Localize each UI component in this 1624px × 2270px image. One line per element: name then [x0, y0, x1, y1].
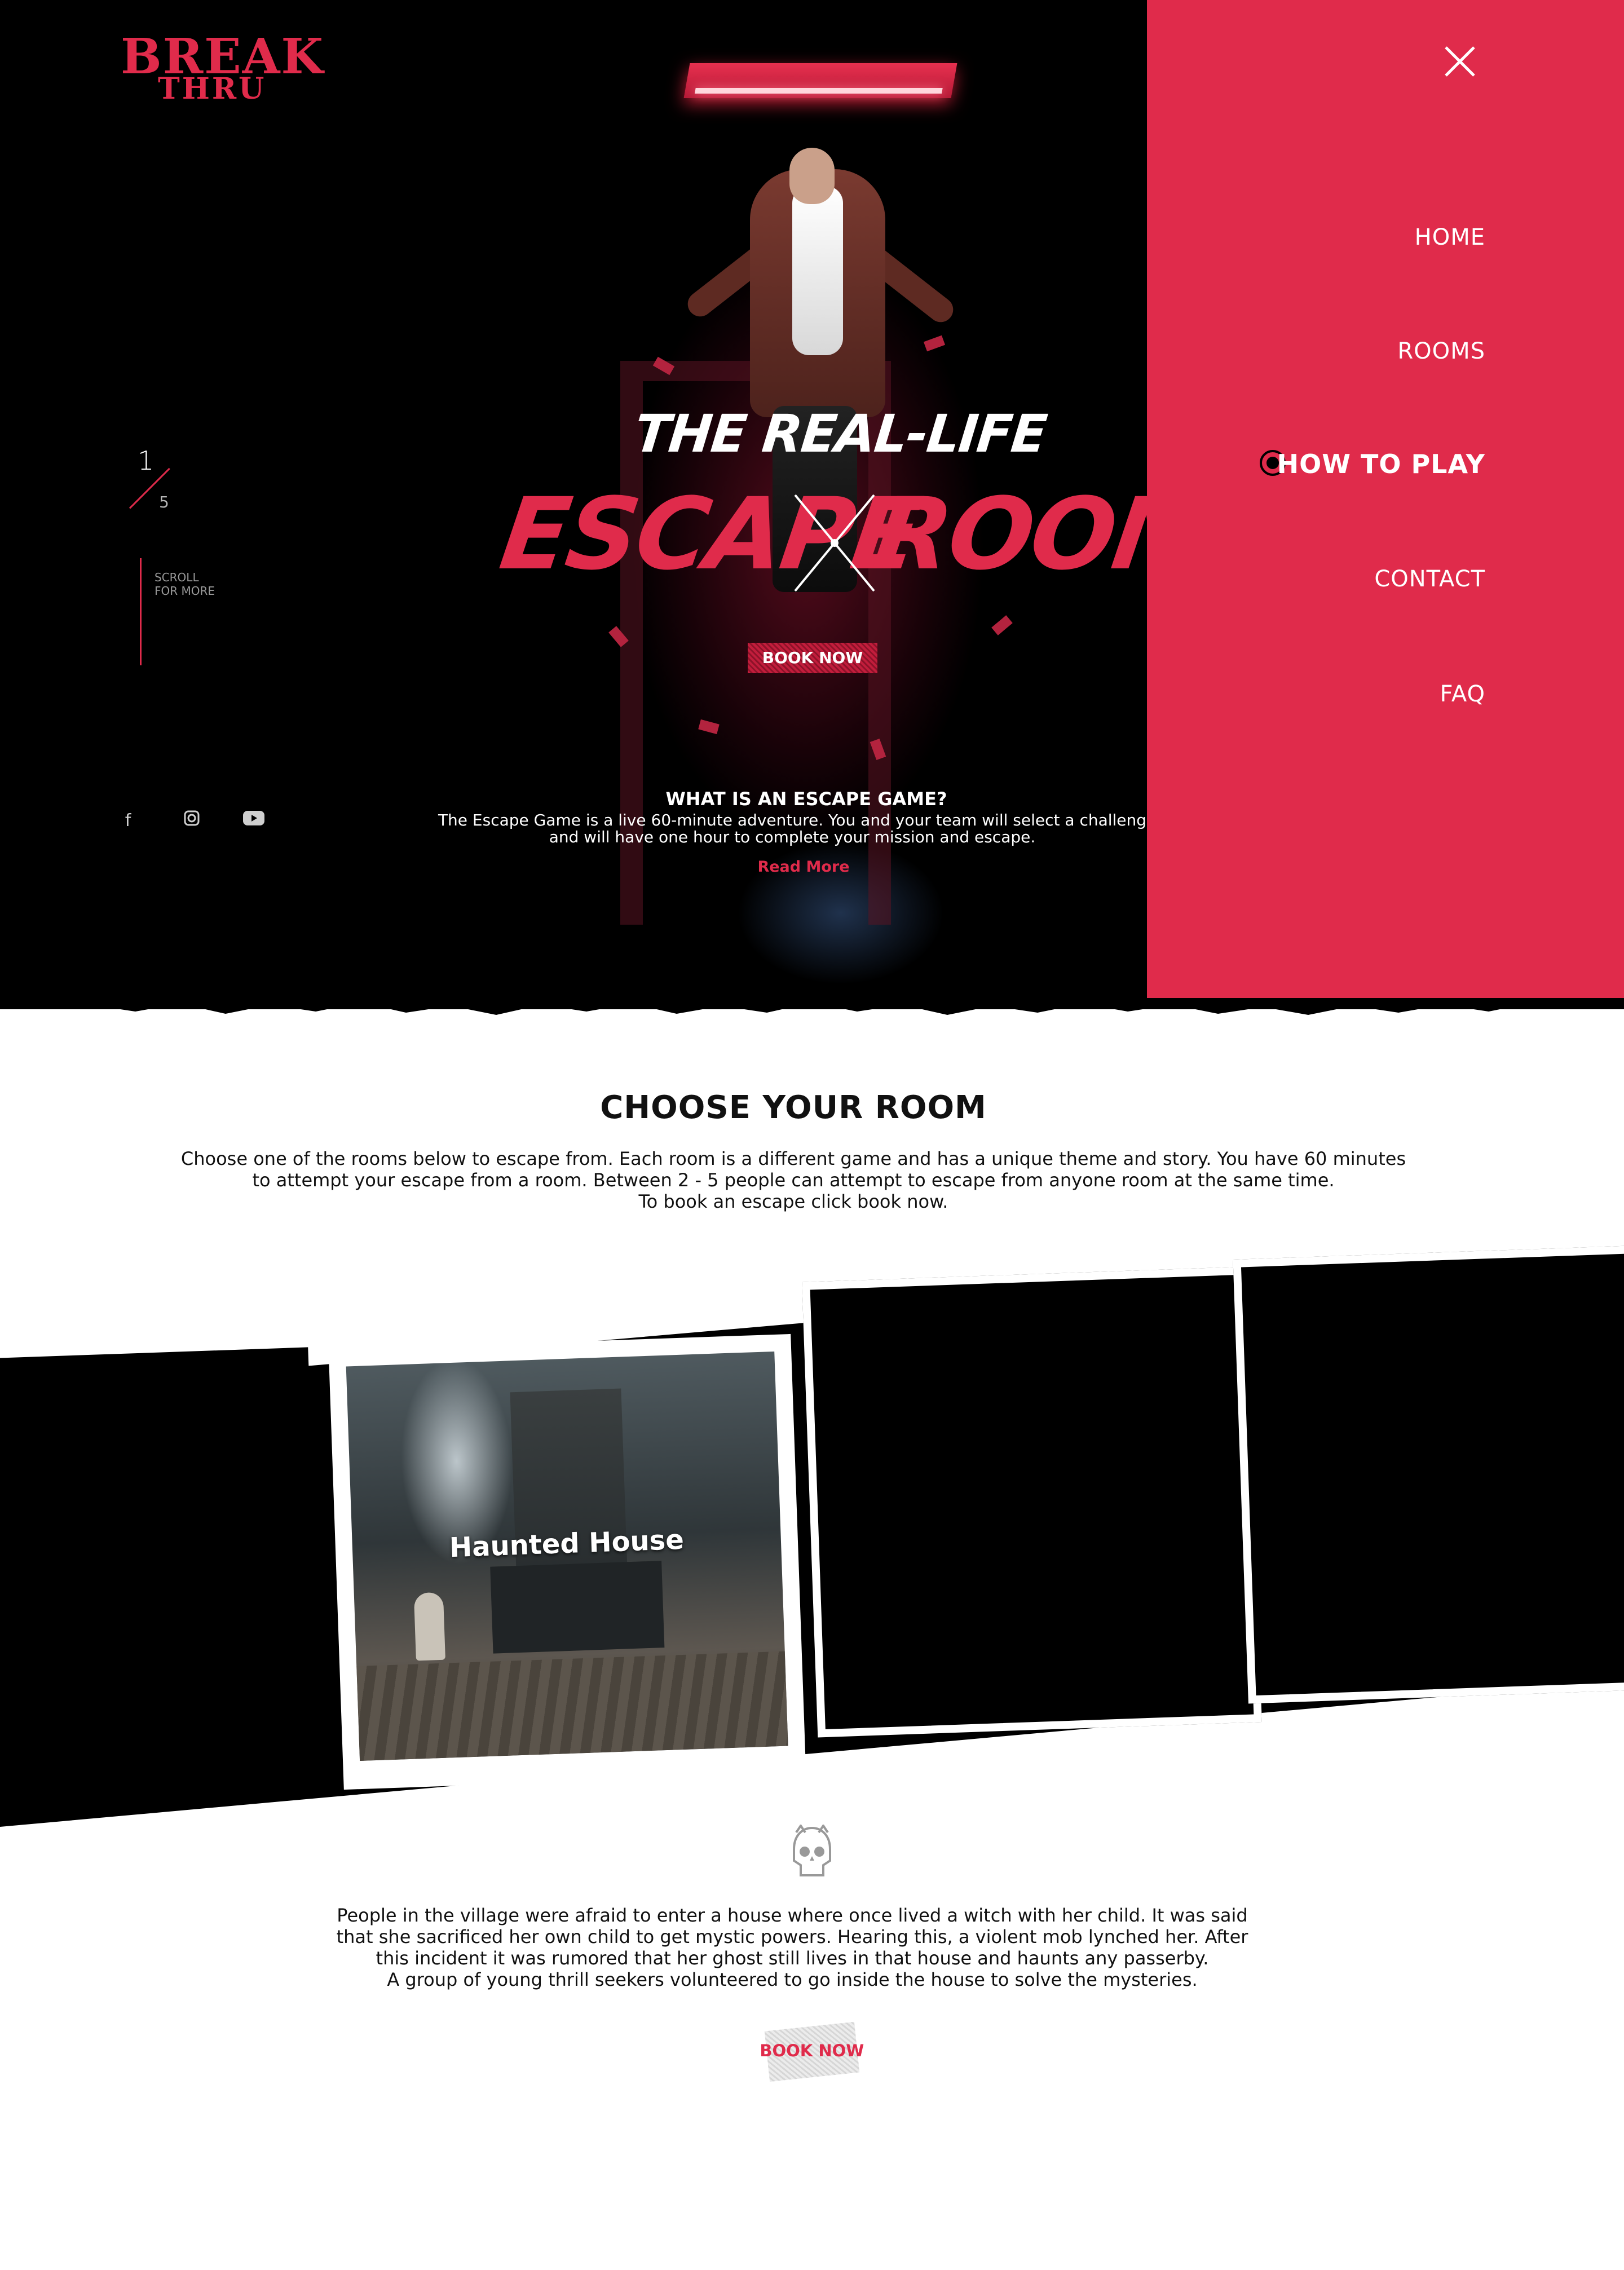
figure-head: [789, 148, 835, 204]
facebook-icon[interactable]: f: [120, 810, 136, 832]
hero-book-now-button[interactable]: BOOK NOW: [748, 643, 877, 673]
story-book-now-label[interactable]: BOOK NOW: [756, 2041, 868, 2060]
scroll-indicator-line: [140, 558, 142, 665]
rooms-desc-line: Choose one of the rooms below to escape …: [180, 1148, 1406, 1169]
menu-item-faq[interactable]: FAQ: [1440, 681, 1485, 707]
story-line: A group of young thrill seekers voluntee…: [387, 1969, 1198, 1990]
room-carousel: Haunted House: [0, 1240, 1624, 1838]
hero-headline: ESCAPE ROOM: [494, 476, 1219, 592]
read-more-link[interactable]: Read More: [733, 858, 874, 876]
story-line: this incident it was rumored that her gh…: [376, 1947, 1209, 1969]
rooms-section-title: CHOOSE YOUR ROOM: [600, 1089, 987, 1126]
menu-item-home[interactable]: HOME: [1415, 224, 1485, 250]
logo-text-thru: THRU: [158, 72, 267, 106]
rooms-desc-line: to attempt your escape from a room. Betw…: [252, 1169, 1335, 1191]
figure-shirt: [792, 186, 843, 355]
photo-hearth: [490, 1561, 665, 1654]
slide-current-number: 1: [138, 445, 155, 476]
navigation-menu-overlay: HOME ROOMS HOW TO PLAY CONTACT FAQ: [1147, 0, 1624, 998]
menu-item-how-to-play[interactable]: HOW TO PLAY: [1277, 449, 1485, 479]
scroll-for-more-label[interactable]: SCROLL FOR MORE: [155, 571, 222, 598]
skull-icon: [793, 1825, 831, 1876]
what-text-line: and will have one hour to complete your …: [549, 828, 1036, 846]
rooms-description: Choose one of the rooms below to escape …: [141, 1148, 1446, 1212]
story-line: People in the village were afraid to ent…: [337, 1905, 1248, 1926]
close-icon[interactable]: [1441, 43, 1479, 80]
ceiling-lamp: [683, 63, 957, 98]
rooms-desc-line: To book an escape click book now.: [638, 1191, 948, 1212]
slide-total-number: 5: [159, 493, 169, 511]
brand-logo[interactable]: BREAK THRU: [121, 32, 323, 111]
what-text-line: The Escape Game is a live 60-minute adve…: [438, 812, 1147, 829]
room-card-left[interactable]: [0, 1347, 324, 1799]
room-card-haunted-house[interactable]: Haunted House: [328, 1333, 806, 1790]
room-card-3[interactable]: [802, 1266, 1262, 1738]
photo-floor: [356, 1651, 788, 1761]
photo-child-figure: [414, 1592, 446, 1661]
room-card-4[interactable]: [1233, 1244, 1624, 1704]
haunted-house-photo: Haunted House: [346, 1351, 788, 1761]
hero-tagline: THE REAL-LIFE: [631, 404, 1049, 464]
what-is-escape-game-title: WHAT IS AN ESCAPE GAME?: [665, 788, 947, 810]
story-line: that she sacrificed her own child to get…: [336, 1926, 1248, 1947]
story-book-now-button[interactable]: BOOK NOW: [760, 2021, 864, 2082]
instagram-icon[interactable]: [182, 810, 202, 832]
room-story: People in the village were afraid to ent…: [282, 1905, 1303, 1990]
menu-item-contact[interactable]: CONTACT: [1374, 566, 1485, 592]
youtube-icon[interactable]: [241, 810, 266, 833]
menu-item-rooms[interactable]: ROOMS: [1397, 338, 1485, 364]
what-is-escape-game-text: The Escape Game is a live 60-minute adve…: [429, 812, 1156, 846]
